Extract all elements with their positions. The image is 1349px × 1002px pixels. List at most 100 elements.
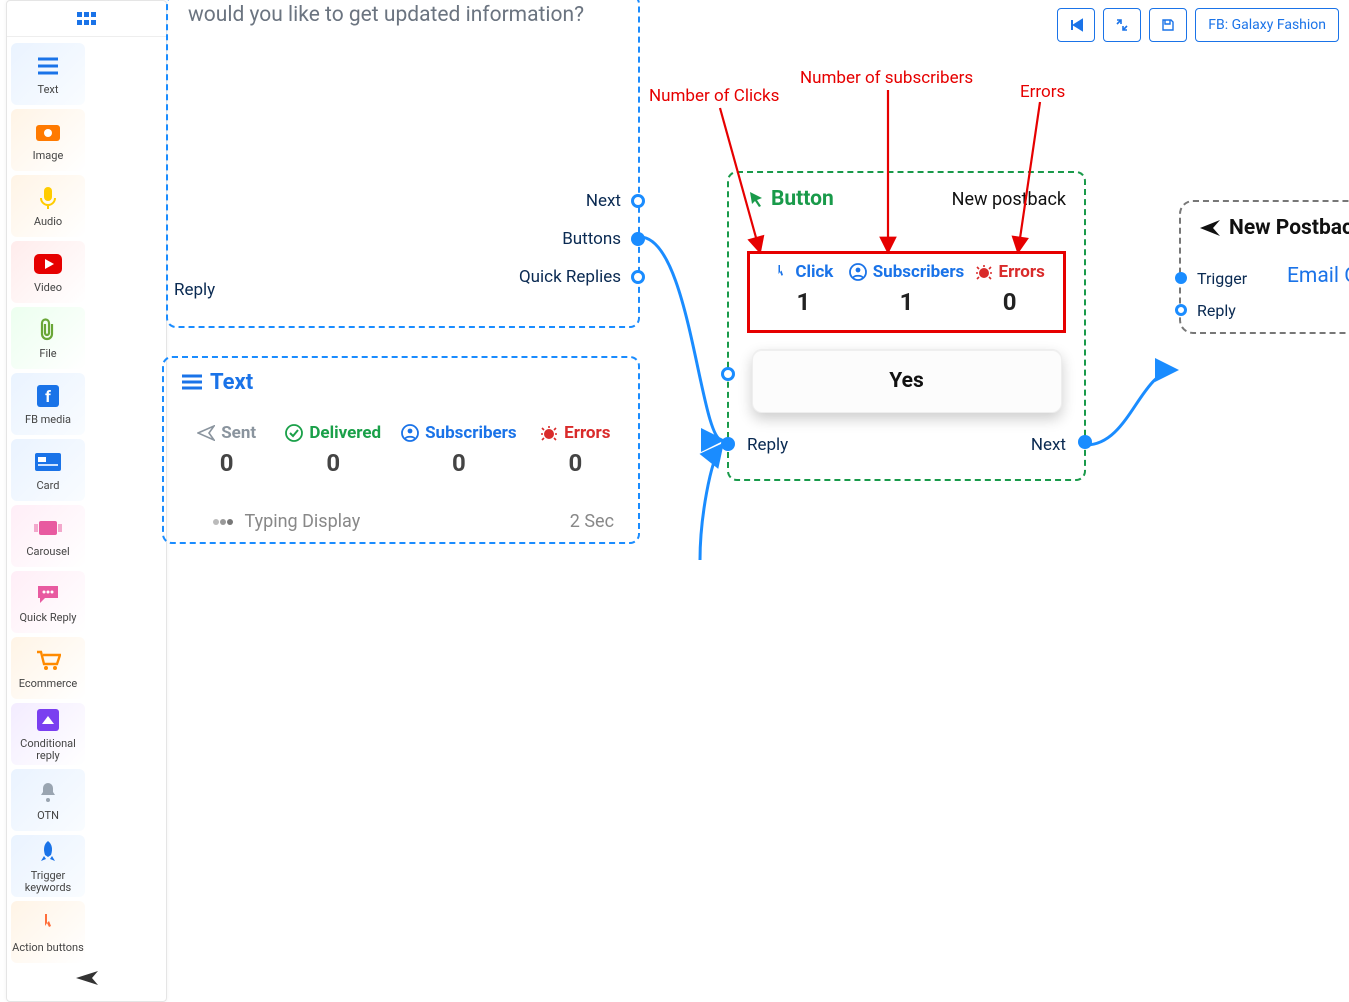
collapse-button[interactable]	[1103, 8, 1141, 42]
palette-item-audio[interactable]: Audio	[11, 175, 85, 237]
save-button[interactable]	[1149, 8, 1187, 42]
input-port[interactable]	[721, 437, 735, 451]
pointer-icon	[34, 910, 62, 938]
yes-button[interactable]: Yes	[752, 349, 1062, 413]
palette-label: Audio	[34, 216, 62, 228]
palette-item-text[interactable]: Text	[11, 43, 85, 105]
stat-value: 1	[849, 288, 965, 316]
palette-label: Card	[37, 480, 60, 492]
stat-value: 0	[285, 449, 381, 477]
chat-icon	[34, 580, 62, 608]
port-dot-icon	[631, 194, 645, 208]
stat-label: Subscribers	[849, 262, 965, 282]
card-icon	[34, 448, 62, 476]
palette-label: Ecommerce	[19, 678, 78, 690]
palette-header[interactable]	[7, 1, 166, 37]
stat-errors: Errors0	[537, 423, 614, 477]
palette-label: File	[39, 348, 56, 360]
palette-item-otn[interactable]: OTN	[11, 769, 85, 831]
mic-icon	[34, 184, 62, 212]
palette-item-video[interactable]: Video	[11, 241, 85, 303]
palette-item-trigger-keywords[interactable]: Trigger keywords	[11, 835, 85, 897]
element-palette: Text Image Audio Video File f FB media Card Caro…	[6, 0, 167, 1002]
button-reply-port[interactable]: Reply	[747, 435, 788, 455]
port-quick-replies[interactable]: Quick Replies	[490, 258, 630, 296]
carousel-icon	[34, 514, 62, 542]
port-quick-label: Quick Replies	[519, 267, 621, 287]
palette-label: Action buttons	[12, 942, 84, 954]
button-node[interactable]: Button New postback Click1 Subscribers 1 …	[727, 171, 1086, 481]
typing-value: 2 Sec	[570, 511, 614, 532]
channel-button[interactable]: FB: Galaxy Fashion	[1195, 8, 1339, 42]
port-dot-icon	[1175, 304, 1187, 316]
palette-more[interactable]	[7, 969, 166, 991]
stat-label: Click	[758, 262, 849, 282]
output-ports: Next Buttons Quick Replies	[490, 182, 630, 296]
message-node[interactable]: would you like to get updated informatio…	[166, 0, 640, 328]
stat-subscribers: Subscribers 1	[849, 262, 965, 316]
port-buttons[interactable]: Buttons	[490, 220, 630, 258]
palette-label: Text	[38, 84, 59, 96]
button-title-label: Button	[771, 187, 834, 211]
palette-item-image[interactable]: Image	[11, 109, 85, 171]
button-subtitle: New postback	[952, 189, 1066, 210]
top-toolbar: FB: Galaxy Fashion	[1057, 8, 1339, 42]
text-lines-icon	[34, 52, 62, 80]
annotation-subs: Number of subscribers	[800, 68, 973, 88]
port-dot-icon	[631, 270, 645, 284]
bell-icon	[34, 778, 62, 806]
palette-label: OTN	[37, 810, 59, 822]
text-node[interactable]: Text Sent 0 Delivered0 Subscribers 0 Error…	[162, 356, 640, 544]
postback-title-label: New Postback	[1229, 216, 1349, 240]
svg-text:f: f	[45, 387, 51, 406]
send-icon	[74, 969, 100, 987]
palette-label: Conditional reply	[11, 738, 85, 762]
grid-icon	[77, 12, 97, 26]
stat-value: 0	[188, 449, 265, 477]
postback-reply-port[interactable]: Reply	[1197, 294, 1247, 326]
palette-label: FB media	[25, 414, 71, 426]
palette-item-conditional-reply[interactable]: Conditional reply	[11, 703, 85, 765]
collapse-icon	[1115, 18, 1129, 32]
palette-label: Image	[33, 150, 64, 162]
fb-icon: f	[34, 382, 62, 410]
stat-value: 0	[537, 449, 614, 477]
palette-label: Video	[34, 282, 62, 294]
annotation-clicks: Number of Clicks	[649, 86, 779, 106]
palette-item-action-buttons[interactable]: Action buttons	[11, 901, 85, 963]
postback-trigger-port[interactable]: Trigger	[1197, 262, 1247, 294]
postback-node[interactable]: New Postback Email Co Trigger Reply	[1179, 200, 1349, 334]
palette-item-quick-reply[interactable]: Quick Reply	[11, 571, 85, 633]
cond-icon	[34, 706, 62, 734]
stat-label: Errors	[964, 262, 1055, 282]
rewind-button[interactable]	[1057, 8, 1095, 42]
stat-label: Sent	[188, 423, 265, 443]
annotation-errors: Errors	[1020, 82, 1065, 102]
text-node-title: Text	[182, 370, 620, 395]
save-icon	[1161, 18, 1175, 32]
cursor-icon	[747, 190, 765, 208]
palette-item-file[interactable]: File	[11, 307, 85, 369]
button-node-title: Button	[747, 187, 834, 211]
stat-label: Subscribers	[401, 423, 517, 443]
port-next[interactable]: Next	[490, 182, 630, 220]
input-port-alt[interactable]	[721, 367, 735, 381]
typing-dots-icon: Typing Display	[212, 511, 360, 532]
output-port-next[interactable]	[1078, 435, 1092, 449]
port-buttons-label: Buttons	[562, 229, 621, 249]
palette-label: Trigger keywords	[11, 870, 85, 894]
port-dot-icon	[1175, 272, 1187, 284]
stat-value: 0	[964, 288, 1055, 316]
rewind-icon	[1069, 18, 1083, 32]
palette-item-carousel[interactable]: Carousel	[11, 505, 85, 567]
palette-item-card[interactable]: Card	[11, 439, 85, 501]
button-next-port[interactable]: Next	[1031, 435, 1066, 455]
button-stats-highlight: Click1 Subscribers 1 Errors 0	[747, 251, 1066, 333]
typing-display-row: Typing Display 2 Sec	[182, 511, 620, 532]
palette-item-fb-media[interactable]: f FB media	[11, 373, 85, 435]
palette-item-ecommerce[interactable]: Ecommerce	[11, 637, 85, 699]
stat-delivered: Delivered0	[285, 423, 381, 477]
youtube-icon	[34, 250, 62, 278]
port-next-label: Next	[586, 191, 621, 211]
postback-title: New Postback	[1199, 216, 1349, 240]
